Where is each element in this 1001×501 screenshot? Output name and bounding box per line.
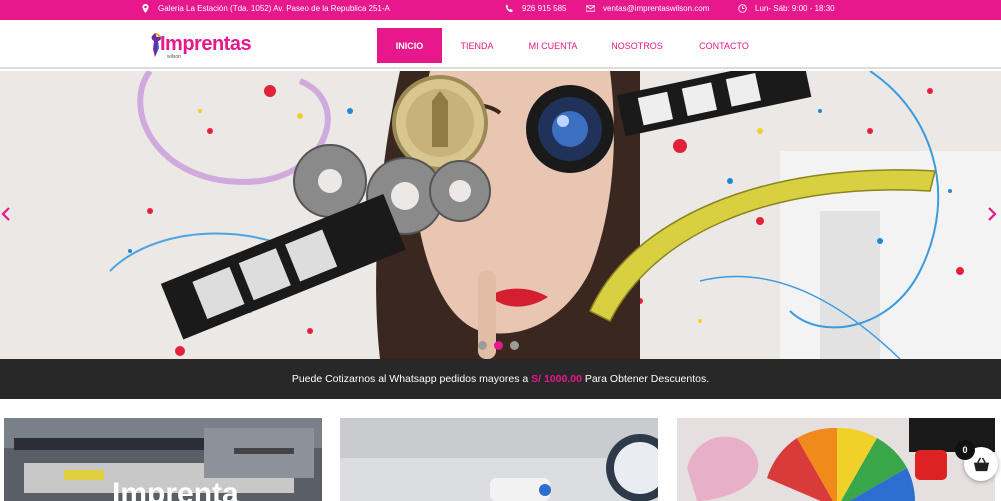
promo-amount: S/ 1000.00 (531, 373, 582, 385)
promo-text-before: Puede Cotizarnos al Whatsapp pedidos may… (291, 373, 532, 385)
nav-contacto[interactable]: CONTACTO (688, 28, 760, 63)
nav-nosotros[interactable]: NOSOTROS (603, 28, 671, 63)
hero-slide-image (0, 71, 1001, 359)
main-navbar: Imprentas wilson INICIO TIENDA MI CUENTA… (0, 20, 1001, 69)
hours-text: Lun- Sáb: 9:00 - 18:30 (755, 4, 835, 13)
nav-inicio[interactable]: INICIO (377, 28, 442, 63)
cart-count-badge: 0 (955, 440, 975, 460)
logo-text: Imprentas (160, 33, 252, 55)
slider-dot-2[interactable] (494, 341, 503, 350)
category-card-3[interactable] (677, 418, 995, 501)
chevron-left-icon (1, 207, 10, 221)
promo-banner: Puede Cotizarnos al Whatsapp pedidos may… (0, 359, 1001, 399)
card-title-imprenta: Imprenta (112, 477, 239, 501)
clock-icon (738, 4, 747, 13)
email-text: ventas@imprentaswilson.com (603, 4, 710, 13)
address-info: Galeria La Estación (Tda. 1052) Av. Pase… (141, 4, 390, 13)
promo-text-after: Para Obtener Descuentos. (581, 373, 710, 385)
category-card-2[interactable] (340, 418, 658, 501)
top-info-bar: Galeria La Estación (Tda. 1052) Av. Pase… (0, 0, 1001, 20)
slider-dot-1[interactable] (478, 341, 487, 350)
hero-slider (0, 71, 1001, 359)
shopping-basket-icon (973, 457, 989, 471)
category-card-imprenta[interactable]: Imprenta (4, 418, 322, 501)
envelope-icon (586, 5, 595, 12)
card-image-design (677, 418, 995, 501)
logo-subtext: wilson (167, 54, 181, 60)
nav-tienda[interactable]: TIENDA (454, 28, 500, 63)
nav-mi-cuenta[interactable]: MI CUENTA (519, 28, 587, 63)
site-logo[interactable]: Imprentas wilson (149, 30, 252, 62)
slider-next-button[interactable] (986, 206, 998, 222)
email-info[interactable]: ventas@imprentaswilson.com (586, 4, 709, 13)
card-image-desk (340, 418, 658, 501)
slider-pagination (478, 341, 519, 350)
slider-dot-3[interactable] (510, 341, 519, 350)
chevron-right-icon (988, 207, 997, 221)
phone-icon (505, 4, 513, 13)
map-marker-icon (142, 4, 149, 13)
phone-text: 926 915 585 (522, 4, 567, 13)
slider-prev-button[interactable] (0, 206, 12, 222)
phone-info[interactable]: 926 915 585 (505, 4, 567, 13)
address-text: Galeria La Estación (Tda. 1052) Av. Pase… (158, 4, 390, 13)
hours-info: Lun- Sáb: 9:00 - 18:30 (738, 4, 835, 13)
